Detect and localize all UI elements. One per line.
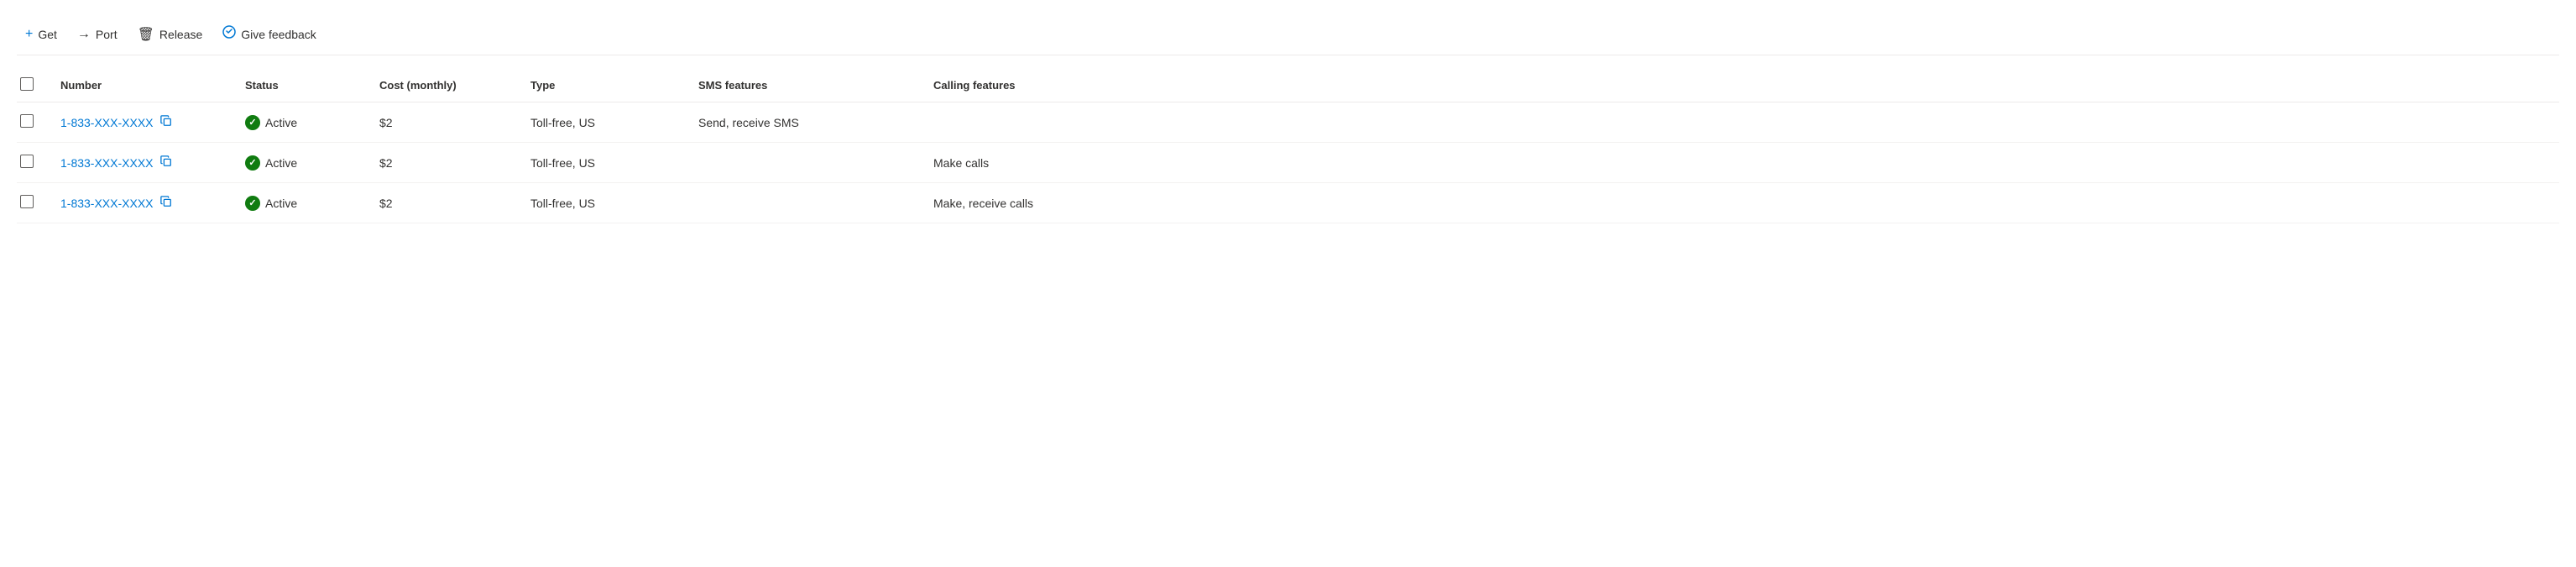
- row-status-cell: Active: [235, 143, 369, 183]
- status-dot: [245, 196, 260, 211]
- row-cost-cell: $2: [369, 183, 520, 223]
- trash-icon: 🗑: [138, 26, 154, 43]
- row-status-cell: Active: [235, 183, 369, 223]
- phone-number-link[interactable]: 1-833-XXX-XXXX: [60, 115, 225, 129]
- status-text: Active: [265, 197, 297, 210]
- row-checkbox-cell: [17, 183, 50, 223]
- row-calling-cell: [923, 102, 2559, 143]
- phone-number-link[interactable]: 1-833-XXX-XXXX: [60, 196, 225, 210]
- get-label: Get: [38, 28, 57, 41]
- row-cost-cell: $2: [369, 102, 520, 143]
- type-text: Toll-free, US: [530, 116, 595, 129]
- header-number: Number: [50, 69, 235, 102]
- header-sms: SMS features: [688, 69, 923, 102]
- toolbar: + Get → Port 🗑 Release Give feedback: [17, 13, 2559, 55]
- feedback-icon: [222, 25, 236, 43]
- copy-icon[interactable]: [160, 115, 172, 129]
- row-calling-cell: Make, receive calls: [923, 183, 2559, 223]
- phone-number-text: 1-833-XXX-XXXX: [60, 116, 154, 129]
- table-row: 1-833-XXX-XXXX Active $2: [17, 102, 2559, 143]
- header-checkbox-col: [17, 69, 50, 102]
- row-status-cell: Active: [235, 102, 369, 143]
- port-label: Port: [96, 28, 118, 41]
- sms-text: Send, receive SMS: [698, 116, 799, 129]
- row-type-cell: Toll-free, US: [520, 183, 688, 223]
- row-sms-cell: Send, receive SMS: [688, 102, 923, 143]
- cost-text: $2: [379, 197, 393, 210]
- status-dot: [245, 115, 260, 130]
- row-type-cell: Toll-free, US: [520, 102, 688, 143]
- row-number-cell: 1-833-XXX-XXXX: [50, 102, 235, 143]
- phone-number-text: 1-833-XXX-XXXX: [60, 156, 154, 170]
- row-checkbox-cell: [17, 143, 50, 183]
- type-text: Toll-free, US: [530, 197, 595, 210]
- row-sms-cell: [688, 143, 923, 183]
- release-button[interactable]: 🗑 Release: [129, 21, 212, 48]
- feedback-button[interactable]: Give feedback: [214, 20, 325, 48]
- row-number-cell: 1-833-XXX-XXXX: [50, 183, 235, 223]
- port-button[interactable]: → Port: [69, 22, 126, 47]
- row-type-cell: Toll-free, US: [520, 143, 688, 183]
- row-checkbox-cell: [17, 102, 50, 143]
- copy-icon[interactable]: [160, 155, 172, 170]
- calling-text: Make calls: [933, 156, 989, 170]
- header-cost: Cost (monthly): [369, 69, 520, 102]
- type-text: Toll-free, US: [530, 156, 595, 170]
- status-text: Active: [265, 156, 297, 170]
- cost-text: $2: [379, 116, 393, 129]
- feedback-label: Give feedback: [241, 28, 316, 41]
- status-badge: Active: [245, 196, 359, 211]
- row-checkbox[interactable]: [20, 155, 34, 168]
- select-all-checkbox[interactable]: [20, 77, 34, 91]
- status-badge: Active: [245, 115, 359, 130]
- phone-numbers-table: Number Status Cost (monthly) Type SMS fe…: [17, 69, 2559, 223]
- row-checkbox[interactable]: [20, 114, 34, 128]
- table-row: 1-833-XXX-XXXX Active $2: [17, 143, 2559, 183]
- phone-number-text: 1-833-XXX-XXXX: [60, 197, 154, 210]
- plus-icon: +: [25, 27, 33, 42]
- table-row: 1-833-XXX-XXXX Active $2: [17, 183, 2559, 223]
- cost-text: $2: [379, 156, 393, 170]
- row-cost-cell: $2: [369, 143, 520, 183]
- status-dot: [245, 155, 260, 171]
- header-status: Status: [235, 69, 369, 102]
- arrow-right-icon: →: [77, 27, 91, 42]
- copy-icon[interactable]: [160, 196, 172, 210]
- table-header-row: Number Status Cost (monthly) Type SMS fe…: [17, 69, 2559, 102]
- header-calling: Calling features: [923, 69, 2559, 102]
- row-calling-cell: Make calls: [923, 143, 2559, 183]
- status-badge: Active: [245, 155, 359, 171]
- get-button[interactable]: + Get: [17, 22, 65, 47]
- row-sms-cell: [688, 183, 923, 223]
- release-label: Release: [159, 28, 202, 41]
- header-type: Type: [520, 69, 688, 102]
- row-checkbox[interactable]: [20, 195, 34, 208]
- calling-text: Make, receive calls: [933, 197, 1033, 210]
- row-number-cell: 1-833-XXX-XXXX: [50, 143, 235, 183]
- phone-number-link[interactable]: 1-833-XXX-XXXX: [60, 155, 225, 170]
- status-text: Active: [265, 116, 297, 129]
